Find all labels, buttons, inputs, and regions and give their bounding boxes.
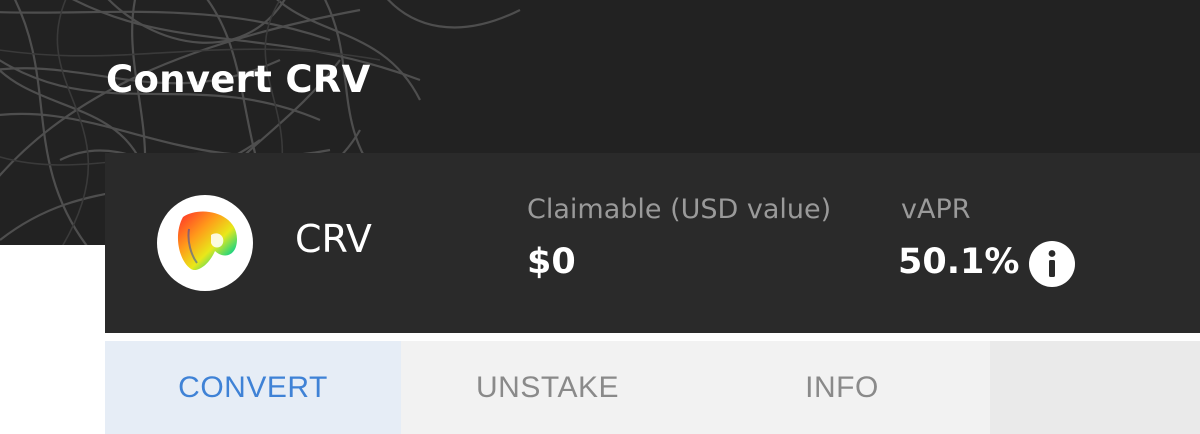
tab-convert[interactable]: CONVERT [105, 341, 401, 434]
claimable-label: Claimable (USD value) [527, 194, 832, 225]
page: Convert CRV CRV Claimable (USD value) $0… [0, 0, 1200, 434]
vapr-label: vAPR [901, 194, 971, 225]
tab-unstake[interactable]: UNSTAKE [401, 341, 694, 434]
token-symbol: CRV [295, 217, 372, 261]
token-summary-card: CRV Claimable (USD value) $0 vAPR 50.1% [105, 153, 1200, 333]
info-icon[interactable] [1029, 241, 1075, 287]
page-title: Convert CRV [106, 58, 371, 101]
curve-logo-icon [157, 195, 253, 291]
vapr-value: 50.1% [898, 242, 1020, 282]
tab-bar-filler [990, 341, 1200, 434]
tab-bar: CONVERT UNSTAKE INFO [105, 341, 1200, 434]
claimable-value: $0 [527, 242, 576, 282]
tab-info[interactable]: INFO [694, 341, 990, 434]
